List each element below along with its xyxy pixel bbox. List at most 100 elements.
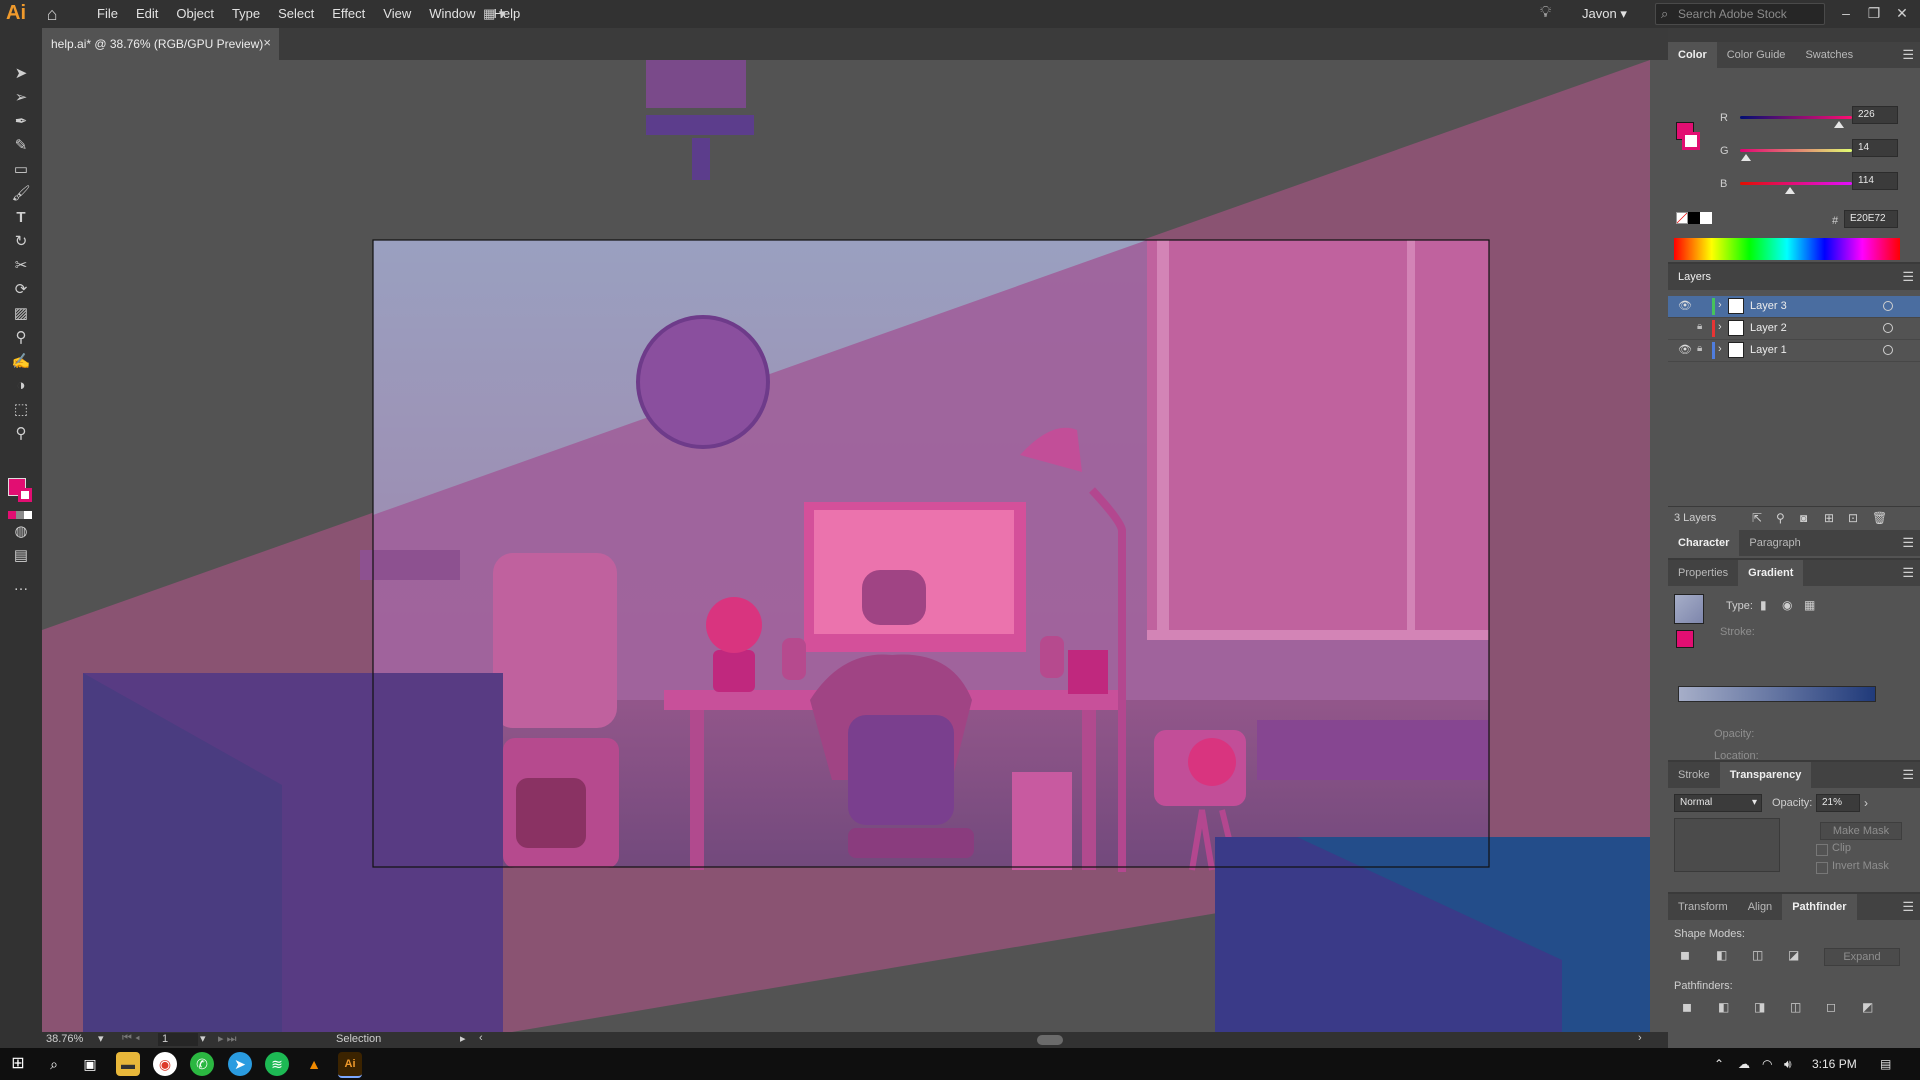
trash-icon[interactable]: 🗑︎	[1872, 511, 1887, 525]
tab-color-guide[interactable]: Color Guide	[1717, 42, 1796, 68]
close-tab-icon[interactable]: ×	[263, 35, 271, 50]
r-slider-thumb[interactable]	[1834, 121, 1845, 128]
windows-start-icon[interactable]: ⊞	[6, 1052, 30, 1076]
shaper-tool-icon[interactable]: ✍	[10, 352, 32, 372]
tab-layers[interactable]: Layers	[1668, 264, 1721, 290]
lock-icon[interactable]: 🔒︎	[1697, 321, 1702, 332]
vlc-icon[interactable]: ▲	[302, 1052, 326, 1076]
locate-object-icon[interactable]: ⚲	[1776, 511, 1785, 525]
export-icon[interactable]: ⇱	[1752, 511, 1762, 525]
tab-character[interactable]: Character	[1668, 530, 1740, 556]
task-view-icon[interactable]: ▣	[78, 1052, 102, 1076]
radial-gradient-icon[interactable]: ◉	[1782, 598, 1792, 612]
layer-row-1[interactable]: 👁︎ 🔒︎ › Layer 1	[1668, 340, 1920, 362]
restore-button[interactable]: ❐	[1860, 0, 1888, 28]
tab-properties[interactable]: Properties	[1668, 560, 1738, 586]
gradient-slider[interactable]	[1678, 686, 1876, 702]
tab-transparency[interactable]: Transparency	[1719, 762, 1812, 788]
gradient-fill-swatch[interactable]	[1676, 630, 1694, 648]
direct-selection-tool-icon[interactable]: ➢	[10, 88, 32, 108]
tab-gradient[interactable]: Gradient	[1738, 560, 1804, 586]
invert-mask-checkbox[interactable]	[1816, 862, 1828, 874]
eye-icon[interactable]: 👁︎	[1678, 299, 1692, 312]
r-value[interactable]: 226	[1852, 106, 1898, 124]
zoom-tool-icon[interactable]: ⚲	[10, 424, 32, 444]
blend-mode-select[interactable]: Normal ▾	[1674, 794, 1762, 812]
intersect-icon[interactable]: ◫	[1752, 948, 1763, 962]
zoom-dropdown-icon[interactable]: ▾	[98, 1032, 104, 1045]
file-explorer-icon[interactable]: ▬	[116, 1052, 140, 1076]
new-sublayer-icon[interactable]: ⊞	[1824, 511, 1834, 525]
document-tab[interactable]: help.ai* @ 38.76% (RGB/GPU Preview) ×	[42, 28, 279, 60]
panel-menu-icon[interactable]: ☰	[1902, 535, 1914, 551]
b-slider[interactable]	[1740, 182, 1852, 185]
panel-menu-icon[interactable]: ☰	[1902, 47, 1914, 63]
more-tools-icon[interactable]: …	[10, 576, 32, 596]
artboard-number[interactable]: 1	[158, 1033, 198, 1046]
color-mode-icon[interactable]	[8, 508, 34, 519]
canvas[interactable]	[42, 60, 1650, 1032]
close-window-button[interactable]: ✕	[1888, 0, 1916, 28]
draw-mode-icon[interactable]: ◍	[10, 522, 32, 542]
minus-back-icon[interactable]: ◩	[1862, 1000, 1873, 1014]
telegram-icon[interactable]: ➤	[228, 1052, 252, 1076]
scissors-tool-icon[interactable]: ✂	[10, 256, 32, 276]
merge-icon[interactable]: ◨	[1754, 1000, 1765, 1014]
tab-swatches[interactable]: Swatches	[1795, 42, 1863, 68]
zoom-level[interactable]: 38.76%	[46, 1033, 83, 1045]
home-icon[interactable]: ⌂	[42, 4, 62, 24]
panel-menu-icon[interactable]: ☰	[1902, 269, 1914, 285]
color-spectrum[interactable]	[1674, 238, 1900, 260]
menu-file[interactable]: File	[88, 0, 127, 28]
menu-edit[interactable]: Edit	[127, 0, 167, 28]
panel-menu-icon[interactable]: ☰	[1902, 565, 1914, 581]
workspace-switcher-icon[interactable]: ▦ ▾	[483, 5, 519, 23]
panel-menu-icon[interactable]: ☰	[1902, 899, 1914, 915]
scroll-left-icon[interactable]: ‹	[479, 1032, 483, 1044]
paintbrush-tool-icon[interactable]: 🖌︎	[10, 184, 32, 204]
minus-front-icon[interactable]: ◧	[1716, 948, 1727, 962]
search-stock-input[interactable]: ⌕ Search Adobe Stock	[1655, 3, 1825, 25]
volume-icon[interactable]: 🔊︎	[1784, 1048, 1792, 1080]
search-icon[interactable]: ⌕	[42, 1052, 66, 1076]
clip-checkbox[interactable]	[1816, 844, 1828, 856]
artboard-tool-icon[interactable]: ⬚	[10, 400, 32, 420]
menu-object[interactable]: Object	[167, 0, 223, 28]
panel-menu-icon[interactable]: ☰	[1902, 767, 1914, 783]
chevron-right-icon[interactable]: ›	[1718, 299, 1722, 311]
b-slider-thumb[interactable]	[1785, 187, 1796, 194]
clipping-mask-icon[interactable]: ◙	[1800, 511, 1807, 525]
artboard-nav-prev-icon[interactable]: ⏮ ◂	[122, 1032, 140, 1045]
chrome-icon[interactable]: ◉	[153, 1052, 177, 1076]
none-black-white-swatches[interactable]	[1676, 212, 1712, 224]
selection-tool-icon[interactable]: ➤	[10, 64, 32, 84]
horizontal-scrollbar[interactable]	[1037, 1035, 1063, 1045]
menu-effect[interactable]: Effect	[323, 0, 374, 28]
menu-window[interactable]: Window	[420, 0, 484, 28]
tab-pathfinder[interactable]: Pathfinder	[1782, 894, 1857, 920]
r-slider[interactable]	[1740, 116, 1852, 119]
artboard-dropdown-icon[interactable]: ▾	[200, 1032, 206, 1045]
freeform-gradient-icon[interactable]: ▦	[1804, 598, 1815, 612]
workspace-user[interactable]: Javon ▾	[1582, 0, 1627, 28]
g-slider-thumb[interactable]	[1741, 154, 1752, 161]
lock-icon[interactable]: 🔒︎	[1697, 343, 1702, 354]
layer-row-2[interactable]: 🔒︎ › Layer 2	[1668, 318, 1920, 340]
target-circle-icon[interactable]	[1883, 323, 1893, 333]
rectangle-tool-icon[interactable]: ▭	[10, 160, 32, 180]
pen-tool-icon[interactable]: ✒	[10, 112, 32, 132]
target-circle-icon[interactable]	[1883, 345, 1893, 355]
tab-color[interactable]: Color	[1668, 42, 1717, 68]
lightbulb-icon[interactable]: 💡︎	[1540, 4, 1551, 22]
g-value[interactable]: 14	[1852, 139, 1898, 157]
rotate-tool-icon[interactable]: ↻	[10, 232, 32, 252]
type-tool-icon[interactable]: T	[10, 208, 32, 228]
tab-paragraph[interactable]: Paragraph	[1739, 530, 1810, 556]
outline-icon[interactable]: ◻	[1826, 1000, 1836, 1014]
chevron-right-icon[interactable]: ›	[1718, 321, 1722, 333]
screen-mode-icon[interactable]: ▤	[10, 546, 32, 566]
layer-row-3[interactable]: 👁︎ › Layer 3	[1668, 296, 1920, 318]
make-mask-button[interactable]: Make Mask	[1820, 822, 1902, 840]
eyedropper-tool-icon[interactable]: ⚲	[10, 328, 32, 348]
scroll-right-icon[interactable]: ›	[1638, 1032, 1642, 1044]
